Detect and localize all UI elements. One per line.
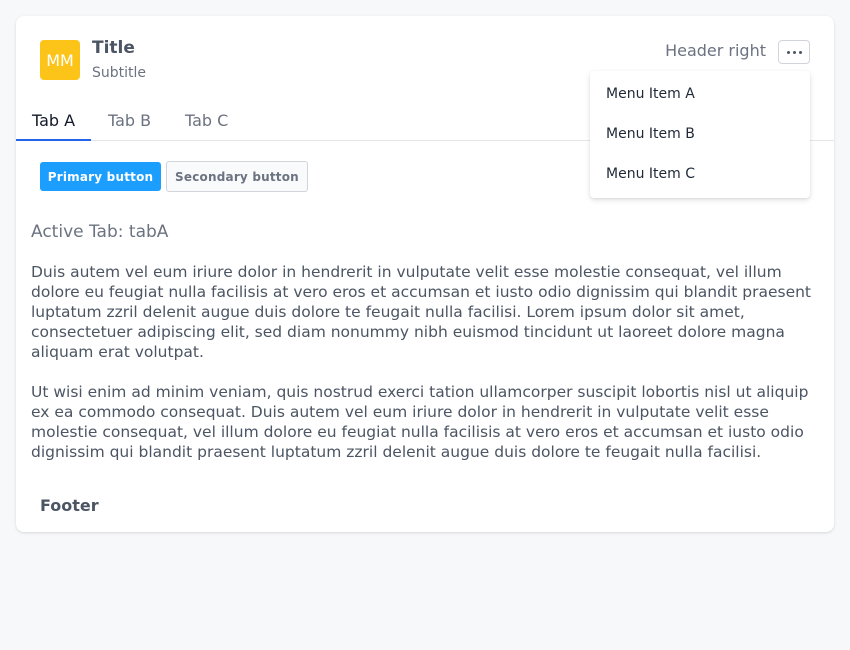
- content-paragraph: Ut wisi enim ad minim veniam, quis nostr…: [31, 383, 809, 461]
- tab-c[interactable]: Tab C: [169, 100, 244, 141]
- content-paragraph: Duis autem vel eum iriure dolor in hendr…: [31, 263, 812, 361]
- tab-b[interactable]: Tab B: [92, 100, 167, 141]
- active-tab-label: Active Tab: tabA: [31, 222, 169, 242]
- more-options-button[interactable]: [778, 40, 810, 64]
- primary-button[interactable]: Primary button: [40, 162, 161, 191]
- menu-item-a[interactable]: Menu Item A: [590, 74, 810, 114]
- tab-content: Active Tab: tabA Duis autem vel eum iriu…: [31, 222, 821, 482]
- header-right-text: Header right: [665, 41, 766, 60]
- more-horizontal-icon: [785, 50, 803, 54]
- card-title: Title: [92, 38, 135, 58]
- dropdown-menu: Menu Item A Menu Item B Menu Item C: [590, 71, 810, 198]
- menu-item-c[interactable]: Menu Item C: [590, 154, 810, 194]
- menu-item-b[interactable]: Menu Item B: [590, 114, 810, 154]
- card-footer: Footer: [40, 496, 99, 515]
- tab-a[interactable]: Tab A: [16, 100, 92, 141]
- secondary-button[interactable]: Secondary button: [166, 161, 308, 192]
- avatar: MM: [40, 40, 80, 80]
- card-subtitle: Subtitle: [92, 65, 147, 81]
